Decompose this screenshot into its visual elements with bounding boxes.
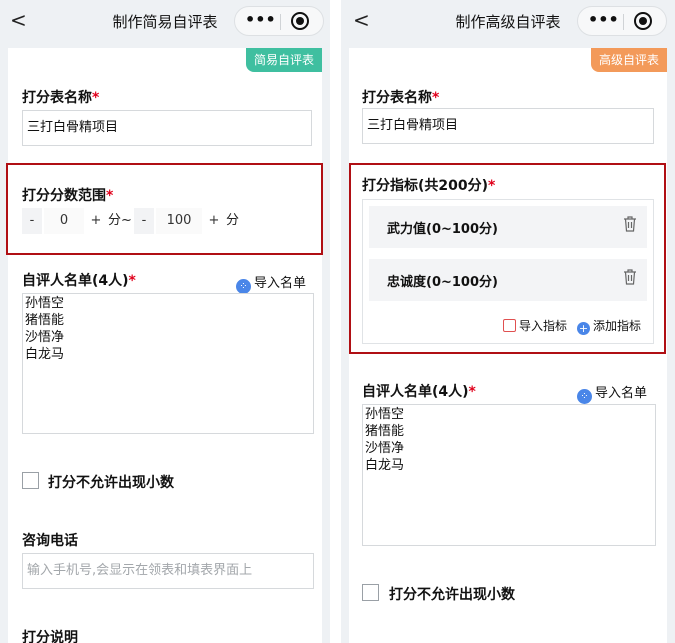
no-decimal-label: 打分不允许出现小数 — [389, 587, 515, 603]
more-icon[interactable]: ••• — [588, 10, 619, 29]
simple-form-panel: < 制作简易自评表 ••• 简易自评表 打分表名称* 三打白骨精项目 打分分数范… — [0, 0, 330, 643]
description-label: 打分说明 — [22, 630, 78, 643]
name-line: 孙悟空 — [365, 407, 405, 422]
nav-bar: < 制作简易自评表 ••• — [0, 0, 330, 42]
name-line: 白龙马 — [365, 458, 405, 473]
nav-bar: < 制作高级自评表 ••• — [341, 0, 675, 42]
phone-input[interactable]: 输入手机号,会显示在领表和填表界面上 — [22, 553, 314, 589]
capsule-divider — [280, 14, 281, 30]
name-line: 沙悟净 — [25, 330, 65, 345]
names-textarea[interactable]: 孙悟空 猪悟能 沙悟净 白龙马 — [362, 404, 656, 546]
capsule-divider — [623, 14, 624, 30]
name-line: 猪悟能 — [365, 424, 405, 439]
import-icon: ⁘ — [236, 279, 251, 294]
no-decimal-label: 打分不允许出现小数 — [48, 475, 174, 491]
name-line: 猪悟能 — [25, 313, 65, 328]
name-input[interactable]: 三打白骨精项目 — [362, 108, 654, 144]
no-decimal-checkbox[interactable] — [22, 472, 39, 489]
name-line: 沙悟净 — [365, 441, 405, 456]
no-decimal-checkbox[interactable] — [362, 584, 379, 601]
import-icon: ⁘ — [577, 389, 592, 404]
name-line: 白龙马 — [25, 347, 65, 362]
more-icon[interactable]: ••• — [245, 10, 276, 29]
list-label: 自评人名单(4人)* — [22, 273, 136, 289]
form-type-badge: 高级自评表 — [590, 48, 667, 72]
form-card: 简易自评表 打分表名称* 三打白骨精项目 打分分数范围* - 0 + 分~ - … — [8, 48, 322, 643]
highlight-frame — [349, 163, 666, 354]
panel-divider — [330, 0, 341, 643]
import-list-button[interactable]: ⁘ 导入名单 — [577, 382, 647, 404]
close-target-icon[interactable] — [291, 12, 309, 30]
names-textarea[interactable]: 孙悟空 猪悟能 沙悟净 白龙马 — [22, 293, 314, 434]
list-label: 自评人名单(4人)* — [362, 384, 476, 400]
advanced-form-panel: < 制作高级自评表 ••• 高级自评表 打分表名称* 三打白骨精项目 打分指标(… — [341, 0, 675, 643]
name-label: 打分表名称* — [22, 90, 100, 106]
form-type-badge: 简易自评表 — [245, 48, 322, 72]
import-list-button[interactable]: ⁘ 导入名单 — [236, 272, 306, 294]
highlight-frame — [6, 163, 323, 255]
phone-label: 咨询电话 — [22, 533, 78, 549]
mini-program-capsule: ••• — [234, 6, 324, 36]
close-target-icon[interactable] — [634, 12, 652, 30]
name-label: 打分表名称* — [362, 90, 440, 106]
name-line: 孙悟空 — [25, 296, 65, 311]
name-input[interactable]: 三打白骨精项目 — [22, 110, 312, 146]
mini-program-capsule: ••• — [577, 6, 667, 36]
